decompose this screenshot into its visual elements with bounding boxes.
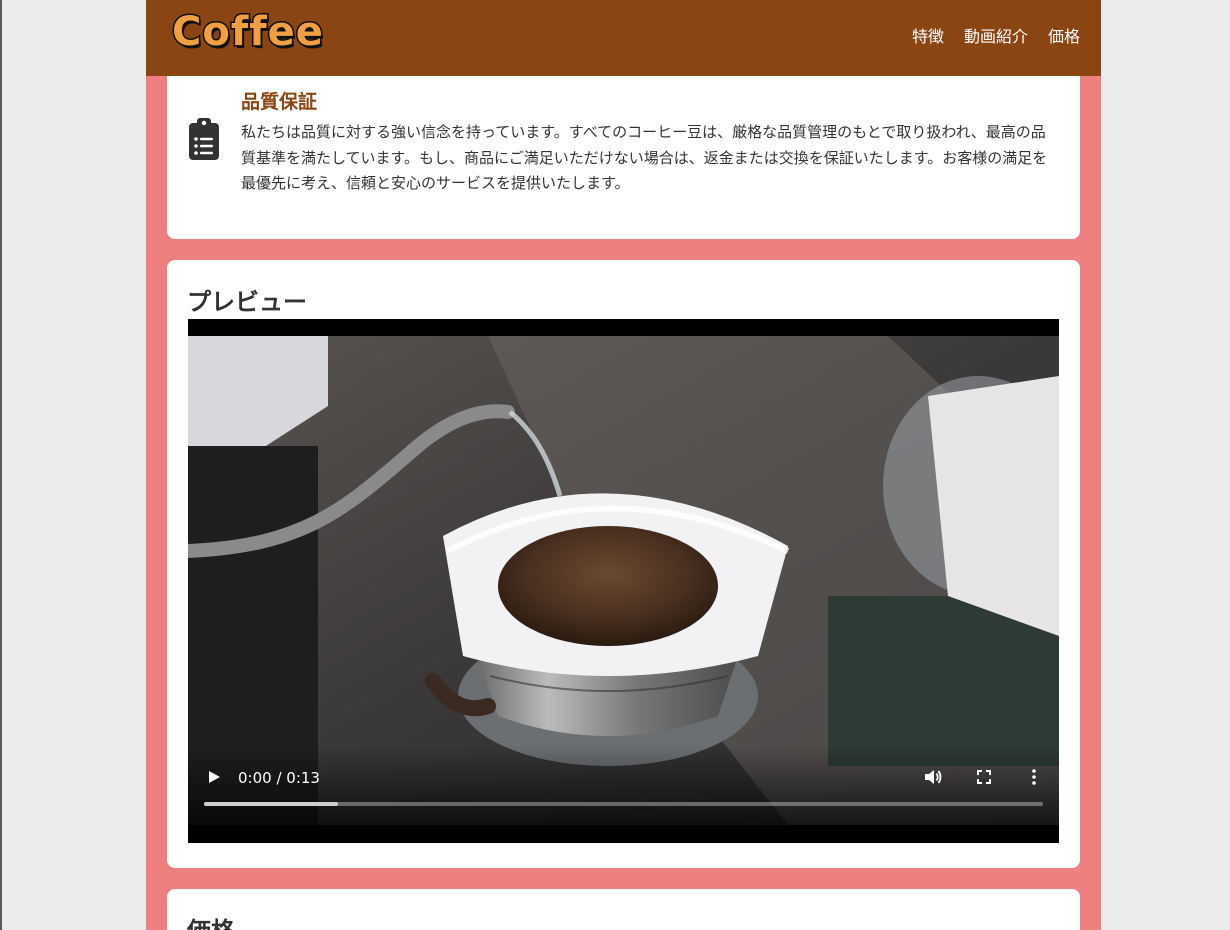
quality-description: 私たちは品質に対する強い信念を持っています。すべてのコーヒー豆は、厳格な品質管理… <box>241 123 1048 192</box>
preview-card: プレビュー 0:00 / 0:13 <box>167 260 1080 868</box>
page: Coffee 特徴 動画紹介 価格 品質保証 私たちは品質に対する強い信念を持っ… <box>146 0 1101 930</box>
nav-link-video[interactable]: 動画紹介 <box>964 23 1028 47</box>
video-player[interactable]: 0:00 / 0:13 <box>188 319 1059 843</box>
more-options-icon[interactable] <box>1024 767 1044 787</box>
fullscreen-icon[interactable] <box>974 767 994 787</box>
window-edge <box>0 0 2 930</box>
clipboard-list-icon <box>189 118 219 160</box>
price-card: 価格 <box>167 889 1080 930</box>
nav-link-price[interactable]: 価格 <box>1048 23 1080 47</box>
logo[interactable]: Coffee <box>171 8 325 57</box>
quality-title: 品質保証 <box>241 91 318 113</box>
video-progress-fill <box>204 802 339 806</box>
preview-title: プレビュー <box>187 288 307 316</box>
play-icon[interactable] <box>207 770 221 784</box>
price-title: 価格 <box>187 911 235 930</box>
video-time: 0:00 / 0:13 <box>238 769 320 787</box>
volume-icon[interactable] <box>923 767 943 787</box>
main-nav: 特徴 動画紹介 価格 <box>912 23 1080 47</box>
nav-link-features[interactable]: 特徴 <box>912 23 944 47</box>
video-progress-bar[interactable] <box>204 802 1043 806</box>
video-controls: 0:00 / 0:13 <box>188 745 1059 825</box>
site-header: Coffee 特徴 動画紹介 価格 <box>146 0 1101 76</box>
